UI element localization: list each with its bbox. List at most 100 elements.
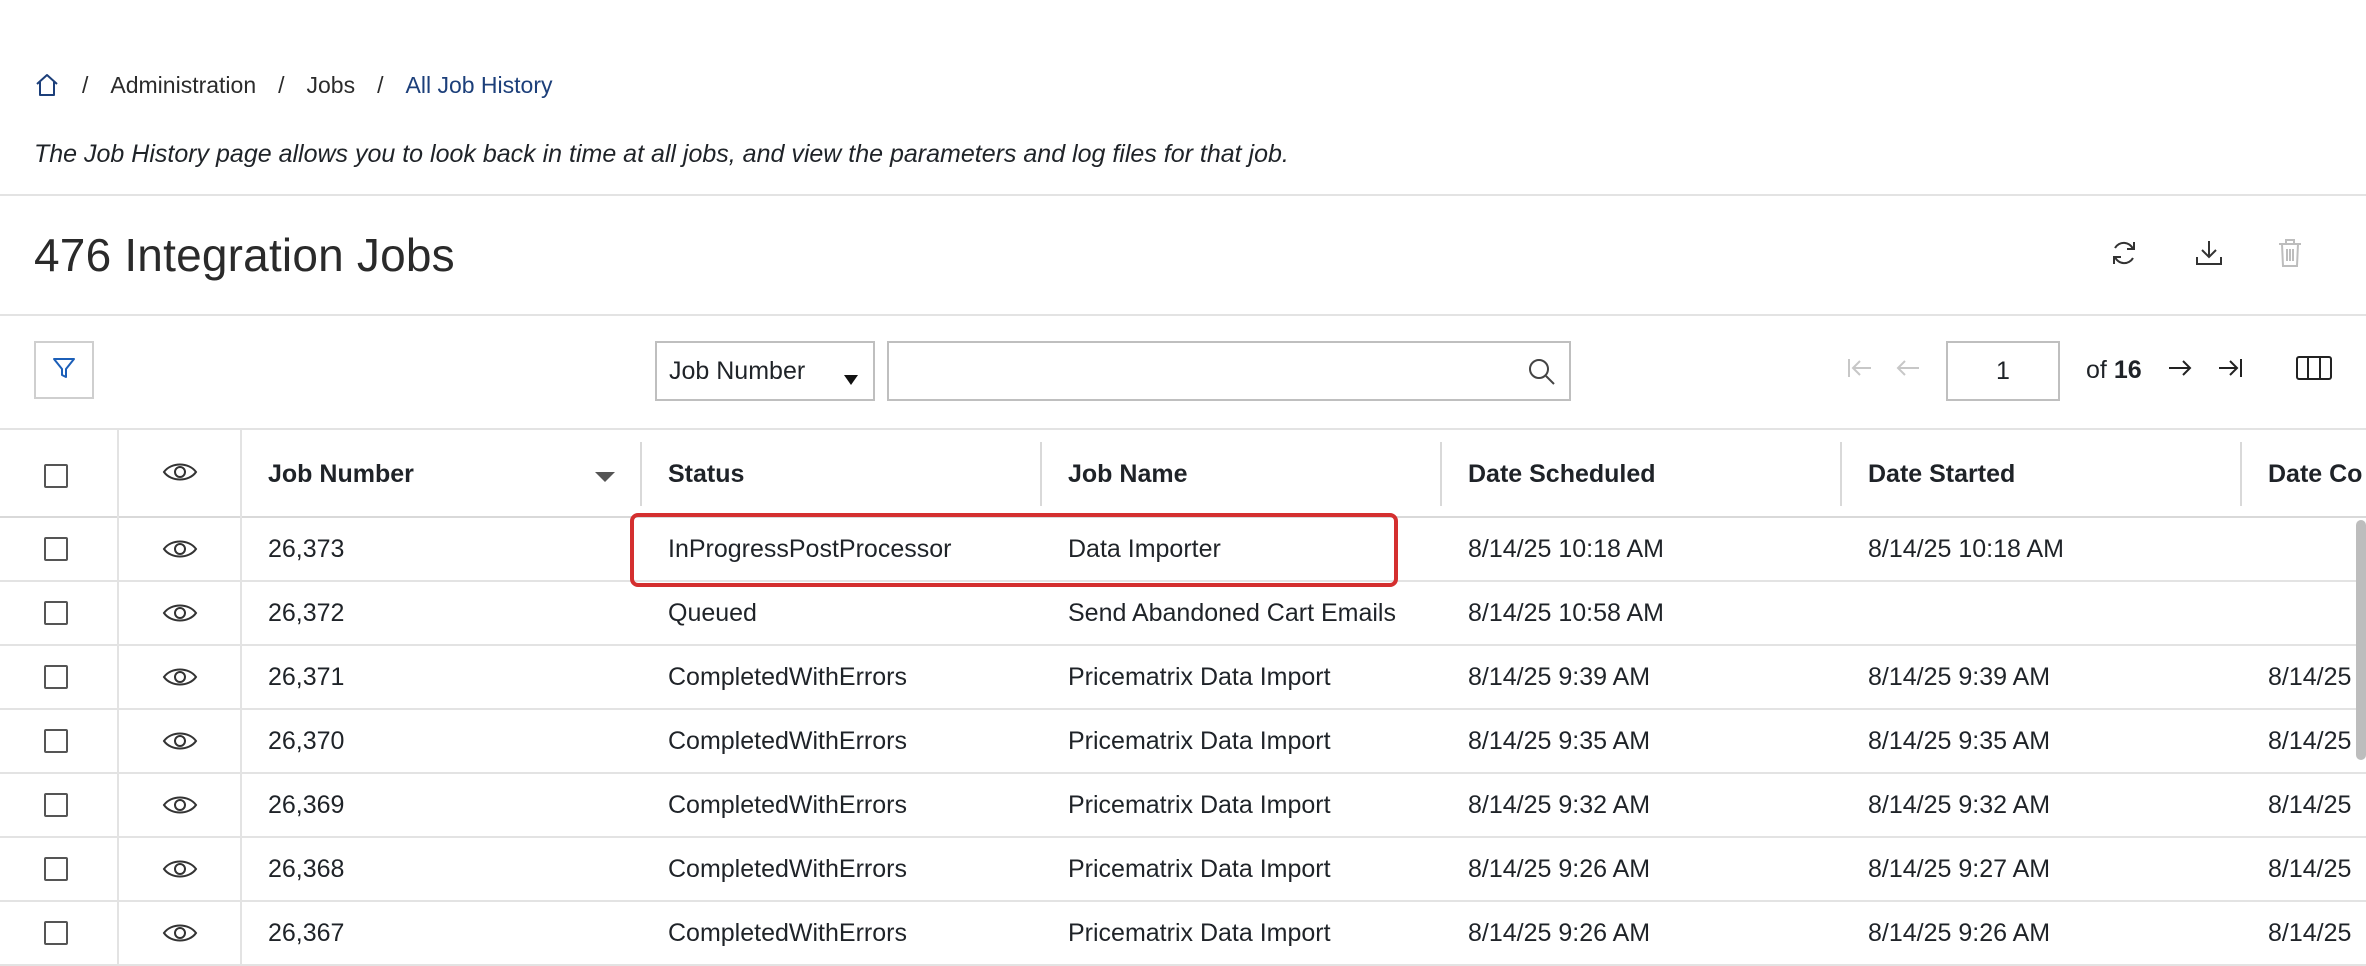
row-checkbox[interactable]: [44, 665, 68, 689]
status-cell: CompletedWithErrors: [668, 726, 907, 755]
row-checkbox[interactable]: [44, 921, 68, 945]
eye-icon[interactable]: [162, 921, 198, 945]
status-cell: CompletedWithErrors: [668, 918, 907, 947]
breadcrumb-administration[interactable]: Administration: [110, 72, 256, 99]
total-pages: 16: [2113, 356, 2142, 384]
date-completed-cell: 8/14/25: [2268, 726, 2352, 755]
row-checkbox[interactable]: [44, 729, 68, 753]
table-header: Job Number Status Job Name Date Schedule…: [0, 428, 2366, 518]
job-name-cell: Send Abandoned Cart Emails: [1068, 598, 1396, 627]
job-number-cell: 26,371: [268, 662, 345, 691]
job-name-cell: Pricematrix Data Import: [1068, 918, 1331, 947]
date-scheduled-cell: 8/14/25 9:32 AM: [1468, 790, 1651, 819]
sort-descending-icon[interactable]: [594, 470, 616, 489]
eye-icon[interactable]: [162, 729, 198, 753]
divider: [0, 314, 2366, 316]
job-number-cell: 26,373: [268, 534, 345, 563]
job-number-cell: 26,367: [268, 918, 345, 947]
row-checkbox[interactable]: [44, 793, 68, 817]
job-name-cell: Pricematrix Data Import: [1068, 854, 1331, 883]
refresh-button[interactable]: [2102, 233, 2146, 277]
job-number-cell: 26,368: [268, 854, 345, 883]
divider: [0, 194, 2366, 196]
eye-icon[interactable]: [162, 537, 198, 561]
next-page-button[interactable]: [2160, 350, 2200, 390]
delete-button[interactable]: [2268, 233, 2312, 277]
vertical-scrollbar[interactable]: [2356, 520, 2366, 760]
date-started-cell: 8/14/25 9:35 AM: [1868, 726, 2051, 755]
date-started-cell: 8/14/25 10:18 AM: [1868, 534, 2064, 563]
last-page-icon: [2216, 356, 2244, 385]
date-started-cell: 8/14/25 9:39 AM: [1868, 662, 2051, 691]
search-field-select[interactable]: Job Number: [655, 341, 875, 401]
eye-icon[interactable]: [162, 793, 198, 817]
search-field-value: Job Number: [669, 356, 806, 385]
job-name-cell: Pricematrix Data Import: [1068, 790, 1331, 819]
eye-icon[interactable]: [162, 857, 198, 881]
table-row[interactable]: 26,369 CompletedWithErrors Pricematrix Dat…: [0, 774, 2366, 838]
column-divider: [117, 428, 119, 966]
row-checkbox[interactable]: [44, 537, 68, 561]
column-chooser-button[interactable]: [2292, 350, 2336, 390]
column-header-date-scheduled[interactable]: Date Scheduled: [1468, 430, 1656, 518]
column-separator: [1040, 442, 1042, 506]
first-page-icon: [1846, 356, 1874, 385]
table-row[interactable]: 26,371 CompletedWithErrors Pricematrix Dat…: [0, 646, 2366, 710]
page-title: 476 Integration Jobs: [34, 229, 455, 281]
table-body: 26,373 InProgressPostProcessor Data Import…: [0, 518, 2366, 966]
breadcrumb-all-job-history[interactable]: All Job History: [406, 72, 553, 99]
job-name-cell: Pricematrix Data Import: [1068, 726, 1331, 755]
breadcrumb-separator: /: [82, 71, 89, 98]
eye-icon[interactable]: [162, 665, 198, 689]
table-row[interactable]: 26,367 CompletedWithErrors Pricematrix Dat…: [0, 902, 2366, 966]
job-name-cell: Pricematrix Data Import: [1068, 662, 1331, 691]
jobs-table: Job Number Status Job Name Date Schedule…: [0, 428, 2366, 966]
eye-icon: [162, 460, 198, 484]
arrow-left-icon: [1894, 356, 1922, 385]
date-scheduled-cell: 8/14/25 9:26 AM: [1468, 854, 1651, 883]
row-checkbox[interactable]: [44, 601, 68, 625]
table-row[interactable]: 26,370 CompletedWithErrors Pricematrix Dat…: [0, 710, 2366, 774]
table-row[interactable]: 26,372 Queued Send Abandoned Cart Emails 8/…: [0, 582, 2366, 646]
breadcrumb-jobs[interactable]: Jobs: [307, 72, 356, 99]
job-number-cell: 26,372: [268, 598, 345, 627]
column-header-date-started[interactable]: Date Started: [1868, 430, 2015, 518]
home-icon[interactable]: [34, 72, 60, 98]
job-history-page: / Administration / Jobs / All Job Histor…: [0, 0, 2366, 966]
date-completed-cell: 8/14/25: [2268, 790, 2352, 819]
date-started-cell: 8/14/25 9:26 AM: [1868, 918, 2051, 947]
download-button[interactable]: [2187, 233, 2231, 277]
status-cell: CompletedWithErrors: [668, 662, 907, 691]
page-number-input[interactable]: 1: [1946, 341, 2060, 401]
column-separator: [2240, 442, 2242, 506]
last-page-button[interactable]: [2210, 350, 2250, 390]
search-input[interactable]: [887, 341, 1571, 401]
caret-down-icon: [843, 364, 859, 393]
search-icon[interactable]: [1527, 357, 1557, 392]
date-completed-cell: 8/14/25: [2268, 918, 2352, 947]
date-completed-cell: 8/14/25: [2268, 854, 2352, 883]
table-row[interactable]: 26,368 CompletedWithErrors Pricematrix Dat…: [0, 838, 2366, 902]
column-separator: [640, 442, 642, 506]
previous-page-button[interactable]: [1888, 350, 1928, 390]
download-icon: [2193, 237, 2225, 274]
column-header-job-name[interactable]: Job Name: [1068, 430, 1187, 518]
table-row[interactable]: 26,373 InProgressPostProcessor Data Import…: [0, 518, 2366, 582]
page-description: The Job History page allows you to look …: [34, 140, 1289, 168]
first-page-button[interactable]: [1840, 350, 1880, 390]
select-all-checkbox[interactable]: [44, 464, 68, 488]
date-started-cell: 8/14/25 9:32 AM: [1868, 790, 2051, 819]
column-separator: [1440, 442, 1442, 506]
row-checkbox[interactable]: [44, 857, 68, 881]
column-header-job-number[interactable]: Job Number: [268, 430, 414, 518]
date-scheduled-cell: 8/14/25 9:35 AM: [1468, 726, 1651, 755]
column-header-date-completed[interactable]: Date Co: [2268, 430, 2362, 518]
columns-icon: [2295, 354, 2333, 387]
status-cell: CompletedWithErrors: [668, 790, 907, 819]
filter-button[interactable]: [34, 341, 94, 399]
column-header-status[interactable]: Status: [668, 430, 744, 518]
breadcrumb: / Administration / Jobs / All Job Histor…: [34, 70, 552, 100]
job-number-cell: 26,370: [268, 726, 345, 755]
eye-icon[interactable]: [162, 601, 198, 625]
status-cell: Queued: [668, 598, 757, 627]
